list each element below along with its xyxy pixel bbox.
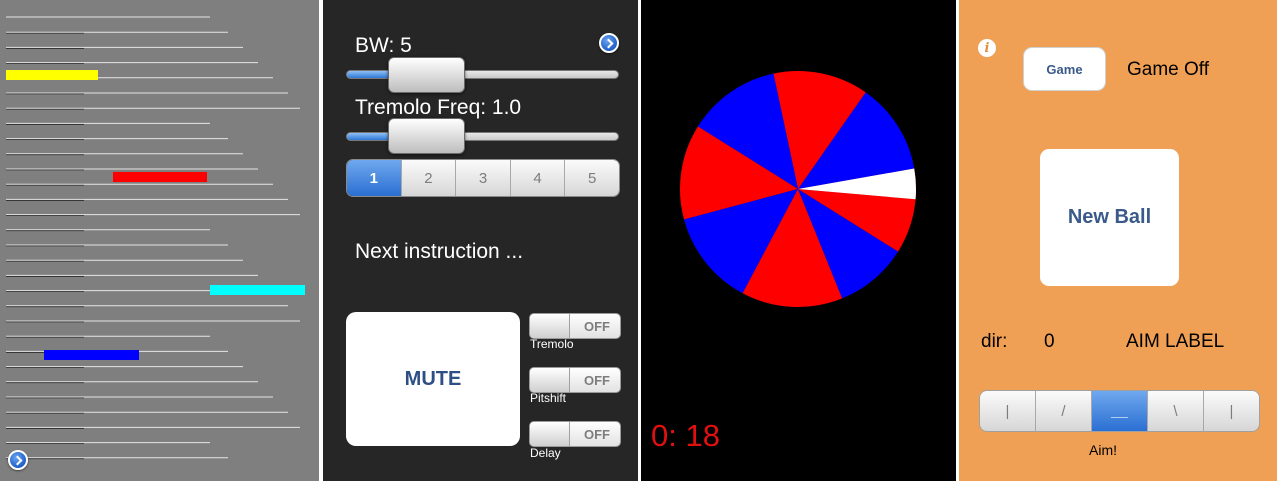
- yellow-bar: [6, 70, 98, 80]
- red-bar: [113, 172, 207, 182]
- segment-2[interactable]: 2: [401, 160, 457, 196]
- tremolo-freq-label: Tremolo Freq: 1.0: [355, 96, 522, 119]
- aim-segment-flat[interactable]: __: [1092, 391, 1148, 431]
- cyan-bar: [210, 285, 305, 295]
- next-instruction-text: Next instruction ...: [355, 240, 524, 263]
- aim-caption: Aim!: [1089, 442, 1117, 458]
- game-status-label: Game Off: [1127, 59, 1210, 80]
- aim-segment-right-vertical[interactable]: |: [1204, 391, 1259, 431]
- pitshift-toggle-label: Pitshift: [530, 391, 567, 405]
- dir-value: 0: [1044, 331, 1055, 352]
- controls-panel: BW: 5 Tremolo Freq: 1.0 1 2 3 4 5 Next i…: [323, 0, 638, 481]
- game-button[interactable]: Game: [1023, 47, 1106, 91]
- dir-label: dir:: [981, 331, 1008, 352]
- toggle-knob: [530, 368, 570, 392]
- tremolo-toggle-label: Tremolo: [530, 337, 574, 351]
- mute-button[interactable]: MUTE: [346, 312, 520, 446]
- bw-slider-thumb[interactable]: [388, 57, 465, 93]
- spinner-wheel[interactable]: [641, 0, 956, 481]
- delay-toggle-label: Delay: [530, 446, 561, 460]
- blue-bar: [44, 350, 139, 360]
- segment-1[interactable]: 1: [347, 160, 402, 196]
- new-ball-button[interactable]: New Ball: [1040, 149, 1179, 286]
- toggle-knob: [530, 314, 570, 338]
- toggle-knob: [530, 422, 570, 446]
- lines-panel: [0, 0, 319, 481]
- game-panel: i Game Game Off New Ball dir: 0 AIM LABE…: [959, 0, 1277, 481]
- segment-5[interactable]: 5: [565, 160, 619, 196]
- bw-slider[interactable]: [346, 70, 619, 79]
- toggle-state: OFF: [584, 373, 610, 388]
- delay-toggle[interactable]: OFF: [529, 421, 621, 447]
- segment-3[interactable]: 3: [456, 160, 511, 196]
- info-icon[interactable]: i: [978, 39, 996, 57]
- segment-4[interactable]: 4: [510, 160, 566, 196]
- mode-segmented-control: 1 2 3 4 5: [346, 159, 620, 197]
- chevron-right-circle-icon[interactable]: [8, 450, 28, 470]
- bw-label: BW: 5: [355, 34, 412, 57]
- aim-segmented-control: | / __ \ |: [979, 390, 1260, 432]
- toggle-state: OFF: [584, 427, 610, 442]
- wheel-panel: 0: 18: [641, 0, 956, 481]
- pitshift-toggle[interactable]: OFF: [529, 367, 621, 393]
- aim-label: AIM LABEL: [1126, 331, 1225, 352]
- aim-segment-backslash[interactable]: \: [1148, 391, 1204, 431]
- aim-segment-left-vertical[interactable]: |: [980, 391, 1036, 431]
- aim-segment-slash[interactable]: /: [1036, 391, 1092, 431]
- timer-text: 0: 18: [651, 418, 720, 453]
- tremolo-freq-slider-thumb[interactable]: [388, 118, 465, 154]
- tremolo-freq-slider[interactable]: [346, 132, 619, 141]
- toggle-state: OFF: [584, 319, 610, 334]
- tremolo-toggle[interactable]: OFF: [529, 313, 621, 339]
- chevron-right-circle-icon[interactable]: [599, 33, 619, 53]
- lines-canvas: [6, 16, 305, 460]
